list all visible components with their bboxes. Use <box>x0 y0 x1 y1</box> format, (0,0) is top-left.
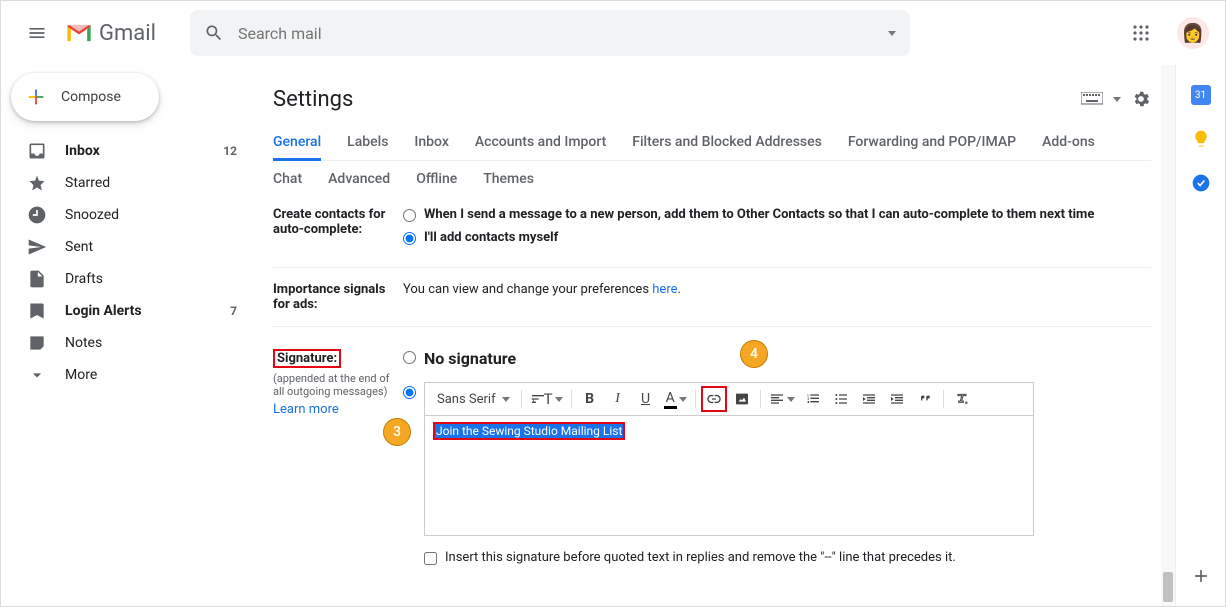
brand-text: Gmail <box>99 21 156 46</box>
tab-inbox[interactable]: Inbox <box>414 134 448 150</box>
importance-section: Importance signals for ads: You can view… <box>273 272 1151 322</box>
signature-toolbar: Sans Serif тT B I U A <box>424 382 1034 416</box>
sidebar-item-notes[interactable]: Notes <box>1 327 257 359</box>
italic-button[interactable]: I <box>605 386 631 412</box>
tab-labels[interactable]: Labels <box>347 134 388 150</box>
remove-formatting-button[interactable] <box>949 386 975 412</box>
font-family-select[interactable]: Sans Serif <box>431 386 516 412</box>
search-options-dropdown[interactable] <box>888 31 896 36</box>
underline-button[interactable]: U <box>633 386 659 412</box>
search-input[interactable] <box>238 24 896 43</box>
contacts-label: Create contacts for auto-complete: <box>273 207 403 253</box>
signature-learn-more-link[interactable]: Learn more <box>273 402 339 417</box>
sidebar-item-more[interactable]: More <box>1 359 257 391</box>
compose-button[interactable]: Compose <box>11 73 159 121</box>
signature-sublabel: (appended at the end of all outgoing mes… <box>273 372 403 398</box>
tab-forwarding-and-pop-imap[interactable]: Forwarding and POP/IMAP <box>848 134 1016 150</box>
main-menu-button[interactable] <box>17 13 57 53</box>
account-avatar[interactable]: 👩 <box>1177 17 1209 49</box>
contacts-manual-radio[interactable] <box>403 232 416 245</box>
annotation-badge-4: 4 <box>740 340 768 368</box>
tab-add-ons[interactable]: Add-ons <box>1042 134 1095 150</box>
sidebar-item-snoozed[interactable]: Snoozed <box>1 199 257 231</box>
font-size-button[interactable]: тT <box>527 386 566 412</box>
search-icon <box>204 23 224 43</box>
input-tools-icon[interactable] <box>1081 92 1103 106</box>
no-signature-radio[interactable] <box>403 351 416 364</box>
bold-button[interactable]: B <box>577 386 603 412</box>
tab-general[interactable]: General <box>273 134 321 150</box>
keep-icon[interactable] <box>1191 129 1211 149</box>
contacts-auto-radio[interactable] <box>403 209 416 222</box>
settings-tabs-row2: Chat Advanced Offline Themes <box>273 161 1151 197</box>
settings-content: Settings General Labels Inbox Accounts and … <box>257 65 1175 606</box>
compose-label: Compose <box>61 89 121 105</box>
use-signature-radio[interactable] <box>403 386 416 399</box>
annotation-badge-3: 3 <box>383 418 411 446</box>
search-bar[interactable] <box>190 10 910 56</box>
sidebar-item-inbox[interactable]: Inbox12 <box>1 135 257 167</box>
sidebar-item-sent[interactable]: Sent <box>1 231 257 263</box>
importance-here-link[interactable]: here <box>652 282 677 297</box>
contacts-section: Create contacts for auto-complete: When … <box>273 197 1151 263</box>
importance-label: Importance signals for ads: <box>273 282 403 312</box>
indent-more-button[interactable] <box>884 386 910 412</box>
tab-themes[interactable]: Themes <box>483 171 534 187</box>
signature-text-selected[interactable]: Join the Sewing Studio Mailing List <box>433 422 625 440</box>
align-button[interactable] <box>766 386 798 412</box>
sidebar-item-login-alerts[interactable]: Login Alerts7 <box>1 295 257 327</box>
scrollbar[interactable] <box>1161 65 1175 606</box>
tab-offline[interactable]: Offline <box>416 171 457 187</box>
page-title: Settings <box>273 87 353 112</box>
settings-tabs: General Labels Inbox Accounts and Import Fil… <box>273 121 1151 161</box>
insert-link-button[interactable] <box>701 386 727 412</box>
quote-button[interactable] <box>912 386 938 412</box>
calendar-icon[interactable]: 31 <box>1191 85 1211 105</box>
signature-editor[interactable]: 3 Join the Sewing Studio Mailing List <box>424 416 1034 536</box>
sidebar-item-starred[interactable]: Starred <box>1 167 257 199</box>
header: Gmail 👩 <box>1 1 1225 65</box>
settings-gear-icon[interactable] <box>1131 89 1151 109</box>
tab-chat[interactable]: Chat <box>273 171 302 187</box>
google-apps-button[interactable] <box>1121 13 1161 53</box>
tab-advanced[interactable]: Advanced <box>328 171 390 187</box>
text-color-button[interactable]: A <box>661 386 690 412</box>
numbered-list-button[interactable] <box>800 386 826 412</box>
insert-before-checkbox[interactable] <box>424 552 437 565</box>
tab-filters-and-blocked-addresses[interactable]: Filters and Blocked Addresses <box>632 134 822 150</box>
tab-accounts-and-import[interactable]: Accounts and Import <box>475 134 606 150</box>
insert-before-label: Insert this signature before quoted text… <box>445 550 956 565</box>
insert-image-button[interactable] <box>729 386 755 412</box>
sidebar: Compose Inbox12StarredSnoozedSentDraftsL… <box>1 65 257 606</box>
bulleted-list-button[interactable] <box>828 386 854 412</box>
sidebar-item-drafts[interactable]: Drafts <box>1 263 257 295</box>
side-panel: 31 <box>1175 65 1225 606</box>
indent-less-button[interactable] <box>856 386 882 412</box>
svg-text:т: т <box>531 396 535 405</box>
signature-section: 2 Signature: (appended at the end of all… <box>273 331 1151 573</box>
input-tools-dropdown[interactable] <box>1113 97 1121 102</box>
tasks-icon[interactable] <box>1191 173 1211 193</box>
gmail-logo[interactable]: Gmail <box>65 21 156 46</box>
add-on-plus-icon[interactable] <box>1191 566 1211 586</box>
signature-label: Signature: <box>273 349 341 368</box>
